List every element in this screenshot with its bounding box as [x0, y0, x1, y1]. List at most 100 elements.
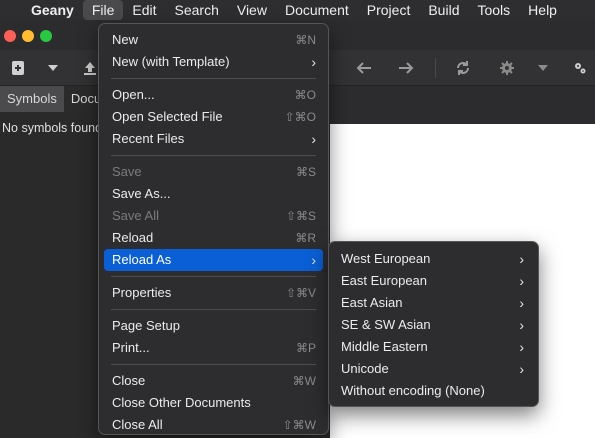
reload-icon[interactable] [451, 56, 475, 80]
menu-bar: Geany File Edit Search View Document Pro… [0, 0, 595, 20]
menu-item-close-other-documents[interactable]: Close Other Documents [99, 392, 328, 414]
menu-item-label: Save All [112, 208, 159, 223]
maximize-window-button[interactable] [40, 30, 52, 42]
menu-edit[interactable]: Edit [123, 0, 165, 20]
close-window-button[interactable] [4, 30, 16, 42]
menu-item-print[interactable]: Print... ⌘P [99, 337, 328, 359]
chevron-right-icon: › [519, 251, 524, 267]
menu-item-save-as[interactable]: Save As... [99, 183, 328, 205]
chevron-right-icon: › [311, 252, 316, 268]
chevron-right-icon: › [519, 317, 524, 333]
menu-item-label: East Asian [341, 295, 403, 310]
menu-item-open[interactable]: Open... ⌘O [99, 84, 328, 106]
menu-item-label: Open Selected File [112, 109, 223, 124]
toolbar-separator [435, 58, 436, 78]
menu-item-label: East European [341, 273, 428, 288]
menu-item-close[interactable]: Close ⌘W [99, 370, 328, 392]
menu-item-reload-as[interactable]: Reload As › [104, 249, 323, 271]
menu-file[interactable]: File [82, 0, 124, 20]
menu-item-open-selected-file[interactable]: Open Selected File ⇧⌘O [99, 106, 328, 128]
menu-item-label: Recent Files [112, 131, 185, 146]
submenu-item-east-european[interactable]: East European › [329, 270, 538, 292]
apple-icon[interactable] [0, 0, 22, 20]
menu-item-label: Reload [112, 230, 154, 245]
submenu-item-middle-eastern[interactable]: Middle Eastern › [329, 336, 538, 358]
settings-dropdown-icon[interactable] [534, 56, 552, 80]
menu-item-page-setup[interactable]: Page Setup [99, 315, 328, 337]
shortcut-label: ⌘P [295, 341, 316, 355]
shortcut-label: ⇧⌘O [284, 110, 316, 124]
menu-item-label: Middle Eastern [341, 339, 428, 354]
menu-item-save-all[interactable]: Save All ⇧⌘S [99, 205, 328, 227]
menu-project[interactable]: Project [358, 0, 420, 20]
menu-build[interactable]: Build [419, 0, 468, 20]
submenu-item-without-encoding[interactable]: Without encoding (None) [329, 380, 538, 402]
menu-item-label: West European [341, 251, 431, 266]
menu-item-label: Close [112, 373, 146, 388]
menu-item-properties[interactable]: Properties ⇧⌘V [99, 282, 328, 304]
submenu-item-west-european[interactable]: West European › [329, 248, 538, 270]
file-menu: New ⌘N New (with Template) › Open... ⌘O Ope… [98, 23, 329, 435]
menu-item-label: Close All [112, 417, 163, 432]
new-dropdown-icon[interactable] [44, 56, 62, 80]
chevron-right-icon: › [311, 131, 316, 147]
chevron-right-icon: › [519, 273, 524, 289]
shortcut-label: ⇧⌘S [285, 209, 316, 223]
menu-search[interactable]: Search [166, 0, 228, 20]
menu-item-label: Properties [112, 285, 172, 300]
menu-tools[interactable]: Tools [468, 0, 519, 20]
no-symbols-text: No symbols found [2, 121, 103, 135]
shortcut-label: ⇧⌘V [285, 286, 316, 300]
editor-header [330, 86, 595, 124]
menu-separator [111, 309, 316, 310]
navigate-back-icon[interactable] [352, 56, 376, 80]
menu-help[interactable]: Help [519, 0, 566, 20]
preferences-icon[interactable] [570, 56, 590, 80]
chevron-right-icon: › [311, 54, 316, 70]
menu-item-new-with-template[interactable]: New (with Template) › [99, 51, 328, 73]
menu-item-label: Reload As [112, 252, 172, 267]
menu-app-name[interactable]: Geany [22, 0, 83, 20]
menu-item-label: SE & SW Asian [341, 317, 431, 332]
open-file-icon[interactable] [80, 56, 100, 80]
menu-document[interactable]: Document [276, 0, 358, 20]
menu-item-label: New [112, 32, 139, 47]
chevron-right-icon: › [519, 295, 524, 311]
menu-item-label: Without encoding (None) [341, 383, 485, 398]
minimize-window-button[interactable] [22, 30, 34, 42]
shortcut-label: ⌘N [295, 33, 316, 47]
menu-item-label: New (with Template) [112, 54, 230, 69]
menu-item-label: Save [112, 164, 142, 179]
submenu-item-se-sw-asian[interactable]: SE & SW Asian › [329, 314, 538, 336]
chevron-right-icon: › [519, 339, 524, 355]
menu-item-label: Close Other Documents [112, 395, 251, 410]
chevron-right-icon: › [519, 361, 524, 377]
menu-item-label: Save As... [112, 186, 171, 201]
menu-item-label: Page Setup [112, 318, 180, 333]
menu-item-recent-files[interactable]: Recent Files › [99, 128, 328, 150]
shortcut-label: ⌘O [294, 88, 316, 102]
menu-item-save[interactable]: Save ⌘S [99, 161, 328, 183]
reload-as-submenu: West European › East European › East Asian… [328, 241, 539, 407]
shortcut-label: ⌘R [295, 231, 316, 245]
menu-item-close-all[interactable]: Close All ⇧⌘W [99, 414, 328, 436]
menu-separator [111, 276, 316, 277]
navigate-forward-icon[interactable] [394, 56, 418, 80]
menu-item-label: Open... [112, 87, 155, 102]
shortcut-label: ⇧⌘W [282, 418, 316, 432]
menu-item-label: Print... [112, 340, 150, 355]
settings-gear-icon[interactable] [496, 56, 518, 80]
menu-view[interactable]: View [228, 0, 276, 20]
submenu-item-east-asian[interactable]: East Asian › [329, 292, 538, 314]
menu-separator [111, 364, 316, 365]
menu-separator [111, 155, 316, 156]
menu-item-label: Unicode [341, 361, 389, 376]
menu-item-reload[interactable]: Reload ⌘R [99, 227, 328, 249]
tab-symbols[interactable]: Symbols [0, 86, 64, 112]
shortcut-label: ⌘W [292, 374, 316, 388]
menu-separator [111, 78, 316, 79]
menu-item-new[interactable]: New ⌘N [99, 29, 328, 51]
submenu-item-unicode[interactable]: Unicode › [329, 358, 538, 380]
new-file-icon[interactable] [8, 56, 28, 80]
shortcut-label: ⌘S [295, 165, 316, 179]
